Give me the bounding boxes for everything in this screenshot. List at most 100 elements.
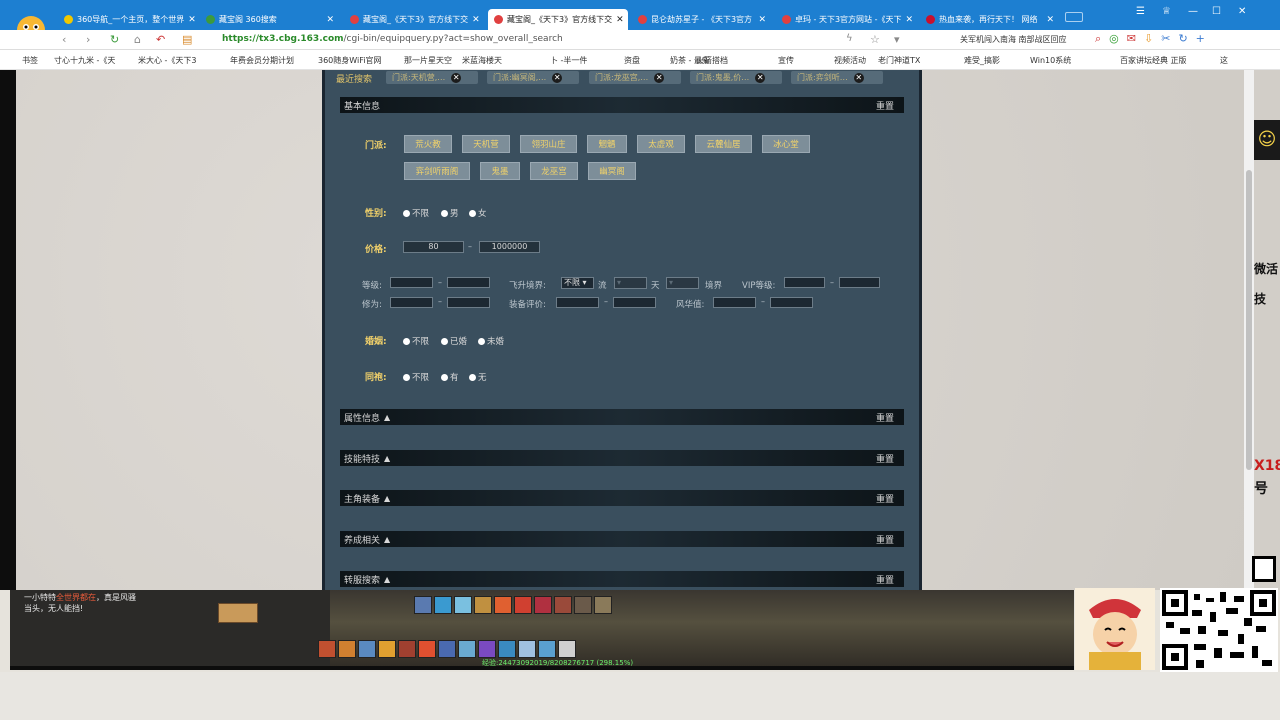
skill-icon[interactable] bbox=[438, 640, 456, 658]
skill-icon[interactable] bbox=[398, 640, 416, 658]
equip-min-input[interactable] bbox=[556, 297, 599, 308]
school-button[interactable]: 幽冥阁 bbox=[588, 162, 636, 180]
tab-7[interactable]: 热血来袭，再行天下！ 网络 ✕ bbox=[920, 9, 1060, 30]
level-max-input[interactable] bbox=[447, 277, 490, 288]
realm-select[interactable]: 不限 ▾ bbox=[561, 277, 594, 289]
skill-icon[interactable] bbox=[494, 596, 512, 614]
section-attributes[interactable]: 属性信息 ▲ 重置 bbox=[340, 409, 904, 425]
bookmark-item[interactable]: 难受_搞影 bbox=[964, 55, 1000, 66]
school-button[interactable]: 冰心堂 bbox=[762, 135, 810, 153]
reset-button[interactable]: 重置 bbox=[876, 573, 894, 586]
skill-icon[interactable] bbox=[594, 596, 612, 614]
skill-icon[interactable] bbox=[554, 596, 572, 614]
realm-select-3[interactable]: ▾ bbox=[666, 277, 699, 289]
lightning-icon[interactable]: ϟ bbox=[846, 33, 853, 44]
close-icon[interactable]: ✕ bbox=[853, 72, 864, 83]
bookmark-item[interactable]: 老门神道TX bbox=[878, 55, 920, 66]
close-icon[interactable]: ✕ bbox=[754, 15, 766, 25]
gender-radio-male[interactable]: 男 bbox=[441, 207, 459, 219]
skill-icon[interactable] bbox=[478, 640, 496, 658]
tab-3[interactable]: 藏宝阁_《天下3》官方线下交 ✕ bbox=[344, 9, 484, 30]
home-icon[interactable]: ⌂ bbox=[134, 33, 141, 46]
game-item-icon[interactable] bbox=[218, 603, 258, 623]
fenghua-min-input[interactable] bbox=[713, 297, 756, 308]
level-min-input[interactable] bbox=[390, 277, 433, 288]
skill-icon[interactable] bbox=[574, 596, 592, 614]
tab-2[interactable]: 藏宝阁 360搜索 ✕ bbox=[200, 9, 340, 30]
new-tab-button[interactable] bbox=[1065, 12, 1083, 22]
school-button[interactable]: 龙巫宫 bbox=[530, 162, 578, 180]
vip-min-input[interactable] bbox=[784, 277, 825, 288]
recent-chip[interactable]: 门派:幽冥阁,… ✕ bbox=[487, 71, 579, 84]
reset-button[interactable]: 重置 bbox=[876, 411, 894, 424]
school-button[interactable]: 弈剑听雨阁 bbox=[404, 162, 470, 180]
school-button[interactable]: 荒火教 bbox=[404, 135, 452, 153]
wechat-icon[interactable]: ◎ bbox=[1109, 32, 1127, 45]
close-icon[interactable]: ✕ bbox=[755, 72, 766, 83]
forward-icon[interactable]: › bbox=[86, 33, 90, 46]
close-icon[interactable]: ✕ bbox=[654, 72, 665, 83]
right-ad-banner[interactable]: ☺ bbox=[1254, 120, 1280, 160]
vip-max-input[interactable] bbox=[839, 277, 880, 288]
bookmark-item[interactable]: 寸心十九米 -《天 bbox=[54, 55, 115, 66]
close-icon[interactable]: ✕ bbox=[184, 15, 196, 25]
extension-icon[interactable]: ▾ bbox=[894, 33, 900, 46]
page-scrollbar[interactable] bbox=[1244, 70, 1254, 590]
school-button[interactable]: 鬼墨 bbox=[480, 162, 520, 180]
close-window-icon[interactable]: ✕ bbox=[1238, 6, 1246, 17]
menu-icon[interactable]: ☰ bbox=[1136, 6, 1145, 17]
tab-6[interactable]: 卓玛 - 天下3官方网站 -《天下 ✕ bbox=[776, 9, 916, 30]
plus-icon[interactable]: + bbox=[1196, 32, 1213, 45]
skill-icon[interactable] bbox=[414, 596, 432, 614]
gender-radio-female[interactable]: 女 bbox=[469, 207, 487, 219]
bookmark-item[interactable]: Win10系统 bbox=[1030, 55, 1071, 66]
close-icon[interactable]: ✕ bbox=[468, 15, 480, 25]
bookmark-item[interactable]: 视频活动 bbox=[834, 55, 866, 66]
scroll-thumb[interactable] bbox=[1246, 170, 1252, 470]
mail-icon[interactable]: ✉ bbox=[1127, 32, 1144, 45]
recent-chip[interactable]: 门派:弈剑听… ✕ bbox=[791, 71, 883, 84]
skill-icon[interactable] bbox=[318, 640, 336, 658]
reset-button[interactable]: 重置 bbox=[876, 492, 894, 505]
marriage-radio-married[interactable]: 已婚 bbox=[441, 335, 467, 347]
price-min-input[interactable]: 80 bbox=[403, 241, 464, 253]
tab-5[interactable]: 昆仑劫苏星子 - 《天下3官方 ✕ bbox=[632, 9, 772, 30]
qr-code[interactable] bbox=[1160, 588, 1278, 672]
recent-chip[interactable]: 门派:天机营,… ✕ bbox=[386, 71, 478, 84]
skill-icon[interactable] bbox=[338, 640, 356, 658]
qr-toggle-icon[interactable] bbox=[1252, 556, 1276, 582]
tongpao-radio-no[interactable]: 无 bbox=[469, 371, 487, 383]
close-icon[interactable]: ✕ bbox=[451, 72, 462, 83]
price-max-input[interactable]: 1000000 bbox=[479, 241, 540, 253]
back-icon[interactable]: ‹ bbox=[62, 33, 66, 46]
school-button[interactable]: 云麓仙居 bbox=[695, 135, 752, 153]
bookmark-item[interactable]: 卜 -半一件 bbox=[550, 55, 587, 66]
school-button[interactable]: 魍魉 bbox=[587, 135, 627, 153]
fenghua-max-input[interactable] bbox=[770, 297, 813, 308]
bookmark-item[interactable]: 米大心 -《天下3 bbox=[138, 55, 197, 66]
skill-icon[interactable] bbox=[458, 640, 476, 658]
section-equipment[interactable]: 主角装备 ▲ 重置 bbox=[340, 490, 904, 506]
xiuwei-min-input[interactable] bbox=[390, 297, 433, 308]
bookmark-item[interactable]: 宣传 bbox=[778, 55, 794, 66]
realm-select-2[interactable]: ▾ bbox=[614, 277, 647, 289]
reset-button[interactable]: 重置 bbox=[876, 533, 894, 546]
bookmark-item[interactable]: 米蓝海楼天 bbox=[462, 55, 502, 66]
news-ticker[interactable]: 关军机闯入南海 南部战区回应 bbox=[960, 34, 1067, 45]
tools-icon[interactable]: ✂ bbox=[1161, 32, 1178, 45]
close-icon[interactable]: ✕ bbox=[612, 15, 624, 25]
bookmark-item[interactable]: 年费会员分期计划 bbox=[230, 55, 294, 66]
section-skills[interactable]: 技能特技 ▲ 重置 bbox=[340, 450, 904, 466]
reset-button[interactable]: 重置 bbox=[876, 99, 894, 112]
skill-icon[interactable] bbox=[514, 596, 532, 614]
tongpao-radio-any[interactable]: 不限 bbox=[403, 371, 429, 383]
school-button[interactable]: 翎羽山庄 bbox=[520, 135, 577, 153]
skill-icon[interactable] bbox=[378, 640, 396, 658]
close-icon[interactable]: ✕ bbox=[902, 15, 914, 25]
minimize-icon[interactable]: — bbox=[1188, 6, 1198, 17]
sync-icon[interactable]: ↻ bbox=[1178, 32, 1195, 45]
section-cultivation[interactable]: 养成相关 ▲ 重置 bbox=[340, 531, 904, 547]
skill-icon[interactable] bbox=[534, 596, 552, 614]
close-icon[interactable]: ✕ bbox=[322, 15, 334, 25]
close-icon[interactable]: ✕ bbox=[1042, 15, 1054, 25]
